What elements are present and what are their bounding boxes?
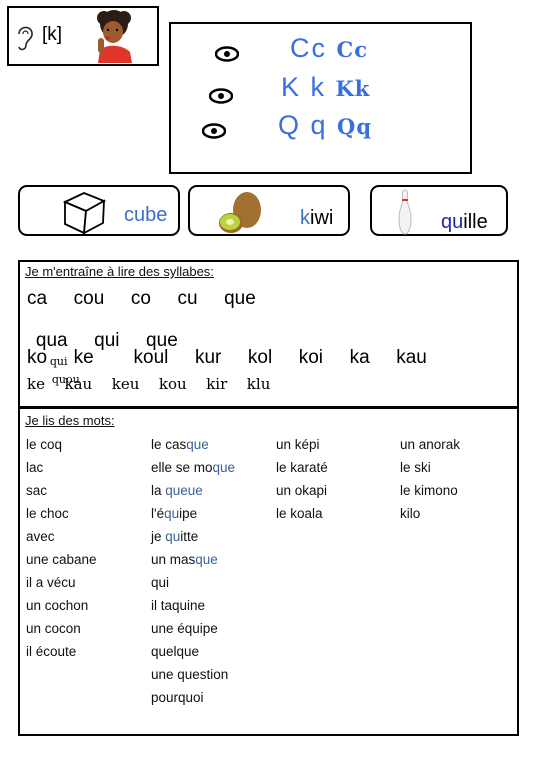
words-column-2: le casque elle se moque la queue l'équip… <box>151 433 235 709</box>
letters-cursive: Kk <box>335 76 371 101</box>
word-item: une cabane <box>26 552 97 567</box>
words-column-3: un képi le karaté un okapi le koala <box>276 433 328 525</box>
bowling-pin-icon <box>398 189 412 235</box>
syllables-line-1: ca cou co cu que <box>27 288 256 309</box>
syllables-line-4: ke kau keu kou kir klu <box>27 375 271 393</box>
word-item: un cocon <box>26 621 81 636</box>
ear-icon <box>18 26 33 51</box>
word-item: je quitte <box>151 529 199 544</box>
word-item: le kimono <box>400 483 458 498</box>
letters-script: Q q <box>278 110 328 140</box>
cube-icon <box>62 192 107 235</box>
word-item: qui <box>151 575 170 590</box>
eye-icon <box>215 46 239 62</box>
letters-script: K k <box>281 72 327 102</box>
word-item: lac <box>26 460 44 475</box>
eye-icon <box>209 88 233 104</box>
word-item: le koala <box>276 506 323 521</box>
word-item: il écoute <box>26 644 77 659</box>
word-item: la queue <box>151 483 203 498</box>
word-item: un cochon <box>26 598 89 613</box>
letter-row-q: Q q Qq <box>278 110 372 141</box>
word-item: quelque <box>151 644 200 659</box>
girl-thinking-illustration <box>97 10 132 63</box>
word-item: un anorak <box>400 437 461 452</box>
word-item: un masque <box>151 552 218 567</box>
card-word-kiwi: kiwi <box>300 207 334 229</box>
word-item: une question <box>151 667 229 682</box>
eye-icon <box>202 123 226 139</box>
word-item: le ski <box>400 460 431 475</box>
syllables-title: Je m'entraîne à lire des syllabes: <box>25 264 214 279</box>
word-item: le choc <box>26 506 69 521</box>
card-word-quille: quille <box>441 211 488 233</box>
word-item: elle se moque <box>151 460 236 475</box>
letters-cursive: Cc <box>336 37 369 62</box>
letters-script: Cc <box>290 33 327 63</box>
word-item: une équipe <box>151 621 218 636</box>
word-item: le karaté <box>276 460 328 475</box>
word-item: il taquine <box>151 598 206 613</box>
word-item: le coq <box>26 437 63 452</box>
kiwi-icon <box>219 192 261 233</box>
word-item: avec <box>26 529 55 544</box>
word-item: l'équipe <box>151 506 198 521</box>
letter-row-k: K k Kk <box>281 72 370 103</box>
phoneme-label: [k] <box>42 24 63 45</box>
word-item: le casque <box>151 437 209 452</box>
card-word-cube: cube <box>124 204 168 226</box>
letters-cursive: Qq <box>337 114 373 139</box>
words-column-1: le coq lac sac le choc avec une cabane i… <box>26 433 97 663</box>
word-item: il a vécu <box>26 575 76 590</box>
word-item: un képi <box>276 437 320 452</box>
letter-row-c: Cc Cc <box>290 33 368 64</box>
word-item: kilo <box>400 506 421 521</box>
words-column-4: un anorak le ski le kimono kilo <box>400 433 460 525</box>
section-divider <box>18 406 519 409</box>
word-item: pourquoi <box>151 690 204 705</box>
words-title: Je lis des mots: <box>25 413 115 428</box>
word-item: un okapi <box>276 483 328 498</box>
syllables-line-3: ko ke koul kur kol koi ka kau <box>27 347 427 368</box>
word-item: sac <box>26 483 48 498</box>
